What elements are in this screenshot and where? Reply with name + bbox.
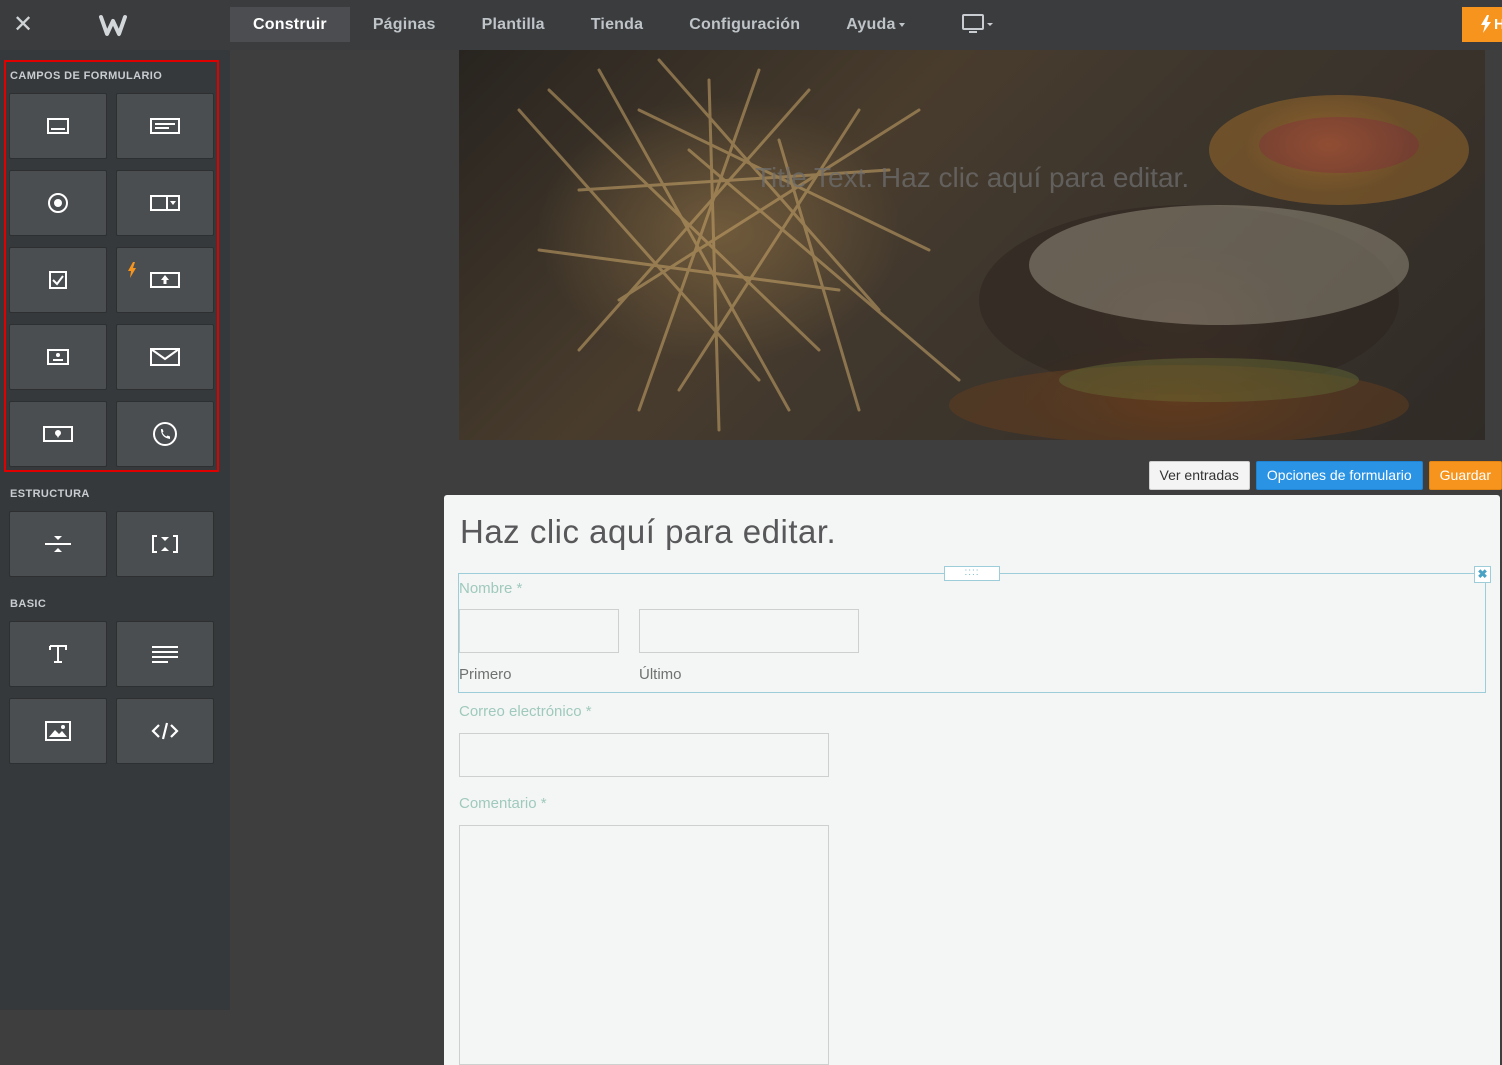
email-field-tile[interactable] — [116, 324, 214, 390]
address-field-tile[interactable] — [9, 401, 107, 467]
drag-handle[interactable]: :::: — [944, 566, 1000, 581]
first-name-input[interactable] — [459, 609, 619, 653]
view-entries-button[interactable]: Ver entradas — [1149, 461, 1250, 490]
form-title[interactable]: Haz clic aquí para editar. — [460, 513, 836, 551]
text-field-icon — [47, 118, 69, 134]
monitor-icon — [962, 13, 996, 37]
phone-field-tile[interactable] — [116, 401, 214, 467]
tab-paginas[interactable]: Páginas — [350, 7, 459, 42]
upload-icon — [150, 272, 180, 288]
chevron-down-icon — [899, 23, 905, 27]
food-photo-image — [459, 50, 1485, 440]
radio-field-tile[interactable] — [9, 170, 107, 236]
title-tile[interactable] — [9, 621, 107, 687]
comment-label: Comentario * — [459, 795, 547, 812]
contact-form: Haz clic aquí para editar. :::: ✖ Nombre… — [444, 495, 1500, 1065]
lightning-icon — [127, 262, 137, 278]
tab-plantilla[interactable]: Plantilla — [459, 7, 568, 42]
element-sidebar: CAMPOS DE FORMULARIO ESTRUCTURA — [0, 50, 230, 1010]
code-icon — [151, 722, 179, 740]
main-nav: Construir Páginas Plantilla Tienda Confi… — [230, 7, 928, 42]
spacer-tile[interactable] — [116, 511, 214, 577]
embed-code-tile[interactable] — [116, 698, 214, 764]
hero-title[interactable]: Title Text. Haz clic aquí para editar. — [459, 162, 1485, 194]
paragraph-icon — [151, 645, 179, 663]
email-label: Correo electrónico * — [459, 703, 592, 720]
form-options-button[interactable]: Opciones de formulario — [1256, 461, 1423, 490]
close-icon[interactable]: ✕ — [10, 12, 36, 38]
dropdown-field-tile[interactable] — [116, 170, 214, 236]
tab-construir[interactable]: Construir — [230, 7, 350, 42]
map-pin-icon — [43, 426, 73, 442]
text-tile[interactable] — [116, 621, 214, 687]
editor-canvas: Title Text. Haz clic aquí para editar. V… — [230, 50, 1502, 1010]
remove-field-icon[interactable]: ✖ — [1474, 566, 1491, 583]
top-bar: ✕ Construir Páginas Plantilla Tienda Con… — [0, 0, 1502, 50]
title-text-icon — [48, 644, 68, 664]
last-sublabel: Último — [639, 666, 682, 683]
tab-configuracion[interactable]: Configuración — [666, 7, 823, 42]
checkbox-field-tile[interactable] — [9, 247, 107, 313]
envelope-icon — [150, 348, 180, 366]
text-field-tile[interactable] — [9, 93, 107, 159]
hero-banner[interactable]: Title Text. Haz clic aquí para editar. — [459, 50, 1485, 440]
phone-icon — [152, 421, 178, 447]
divider-tile[interactable] — [9, 511, 107, 577]
weebly-logo-icon[interactable] — [98, 11, 128, 39]
section-label-structure: ESTRUCTURA — [10, 488, 90, 500]
paragraph-field-icon — [150, 118, 180, 134]
spacer-icon — [151, 534, 179, 554]
file-upload-field-tile[interactable] — [116, 247, 214, 313]
name-field-tile[interactable] — [9, 324, 107, 390]
upgrade-label: H — [1494, 7, 1502, 42]
tab-ayuda-label: Ayuda — [846, 16, 895, 33]
device-preview-button[interactable] — [962, 13, 996, 37]
first-sublabel: Primero — [459, 666, 512, 683]
image-icon — [45, 721, 71, 741]
form-actions: Ver entradas Opciones de formulario Guar… — [1149, 461, 1502, 490]
name-label: Nombre * — [459, 580, 522, 597]
image-tile[interactable] — [9, 698, 107, 764]
checkbox-icon — [48, 270, 68, 290]
tab-tienda[interactable]: Tienda — [568, 7, 666, 42]
divider-icon — [44, 534, 72, 554]
tab-ayuda[interactable]: Ayuda — [823, 7, 927, 42]
lightning-icon — [1480, 15, 1492, 33]
name-field-selected[interactable]: :::: ✖ Nombre * Primero Último — [458, 573, 1486, 693]
dropdown-icon — [150, 195, 180, 211]
radio-button-icon — [47, 192, 69, 214]
email-input[interactable] — [459, 733, 829, 777]
id-card-icon — [47, 349, 69, 365]
section-label-basic: BASIC — [10, 598, 46, 610]
last-name-input[interactable] — [639, 609, 859, 653]
comment-textarea[interactable] — [459, 825, 829, 1065]
paragraph-field-tile[interactable] — [116, 93, 214, 159]
save-button[interactable]: Guardar — [1429, 461, 1502, 490]
upgrade-button[interactable]: H — [1462, 7, 1502, 42]
